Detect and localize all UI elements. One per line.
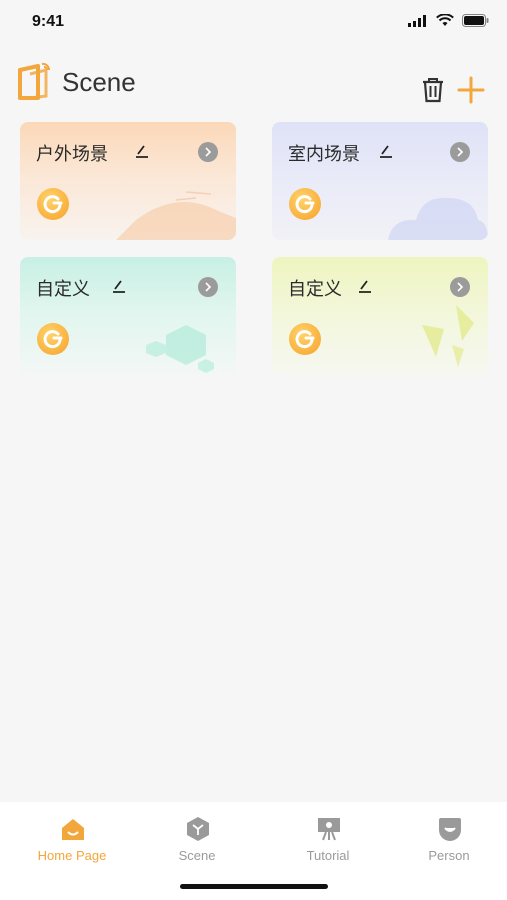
mountain-decoration: [116, 191, 236, 240]
tab-scene[interactable]: Scene: [137, 812, 257, 872]
add-scene-button[interactable]: [457, 76, 485, 104]
scene-card-outdoor[interactable]: 户外场景: [20, 122, 236, 240]
edit-icon[interactable]: [134, 142, 152, 160]
tab-label: Person: [428, 848, 470, 863]
tab-person[interactable]: Person: [389, 812, 507, 872]
home-indicator: [180, 884, 328, 889]
easel-icon: [318, 818, 340, 841]
wifi-icon: [436, 14, 454, 26]
cloud-decoration: [388, 197, 488, 240]
tab-label: Tutorial: [306, 848, 350, 863]
header: Scene: [0, 56, 507, 112]
status-bar: 9:41: [0, 0, 507, 46]
power-icon: [295, 330, 315, 349]
page-title: Scene: [62, 67, 136, 97]
chevron-right-icon: [205, 282, 212, 292]
edit-icon[interactable]: [378, 142, 396, 160]
delete-button[interactable]: [420, 76, 446, 104]
open-scene-button[interactable]: [198, 277, 218, 297]
scene-name: 室内场景: [288, 144, 360, 165]
person-icon: [439, 818, 461, 841]
chevron-right-icon: [205, 147, 212, 157]
cube-decoration: [146, 325, 214, 373]
run-scene-icon[interactable]: [37, 323, 69, 355]
scene-card-custom-1[interactable]: 自定义: [20, 257, 236, 375]
signal-icon: [408, 14, 426, 27]
tab-home-page[interactable]: Home Page: [12, 812, 132, 872]
open-scene-button[interactable]: [450, 277, 470, 297]
scene-name: 自定义: [288, 279, 342, 300]
chevron-right-icon: [457, 282, 464, 292]
status-time: 9:41: [32, 13, 65, 30]
power-icon: [43, 195, 63, 214]
run-scene-icon[interactable]: [289, 188, 321, 220]
scene-logo-icon: [18, 62, 51, 100]
scene-card-custom-2[interactable]: 自定义: [272, 257, 488, 375]
cube-icon: [187, 817, 209, 841]
open-scene-button[interactable]: [450, 142, 470, 162]
scene-name: 自定义: [36, 279, 90, 300]
status-icons: [408, 14, 489, 27]
crystal-decoration: [422, 305, 474, 367]
tab-label: Home Page: [37, 848, 107, 863]
scene-name: 户外场景: [36, 144, 108, 165]
tab-tutorial[interactable]: Tutorial: [268, 812, 388, 872]
chevron-right-icon: [457, 147, 464, 157]
scene-card-indoor[interactable]: 室内场景: [272, 122, 488, 240]
run-scene-icon[interactable]: [289, 323, 321, 355]
edit-icon[interactable]: [111, 277, 129, 295]
run-scene-icon[interactable]: [37, 188, 69, 220]
battery-icon: [462, 14, 489, 27]
power-icon: [295, 195, 315, 214]
power-icon: [43, 330, 63, 349]
tab-label: Scene: [178, 848, 216, 863]
home-icon: [62, 819, 84, 840]
open-scene-button[interactable]: [198, 142, 218, 162]
edit-icon[interactable]: [357, 277, 375, 295]
